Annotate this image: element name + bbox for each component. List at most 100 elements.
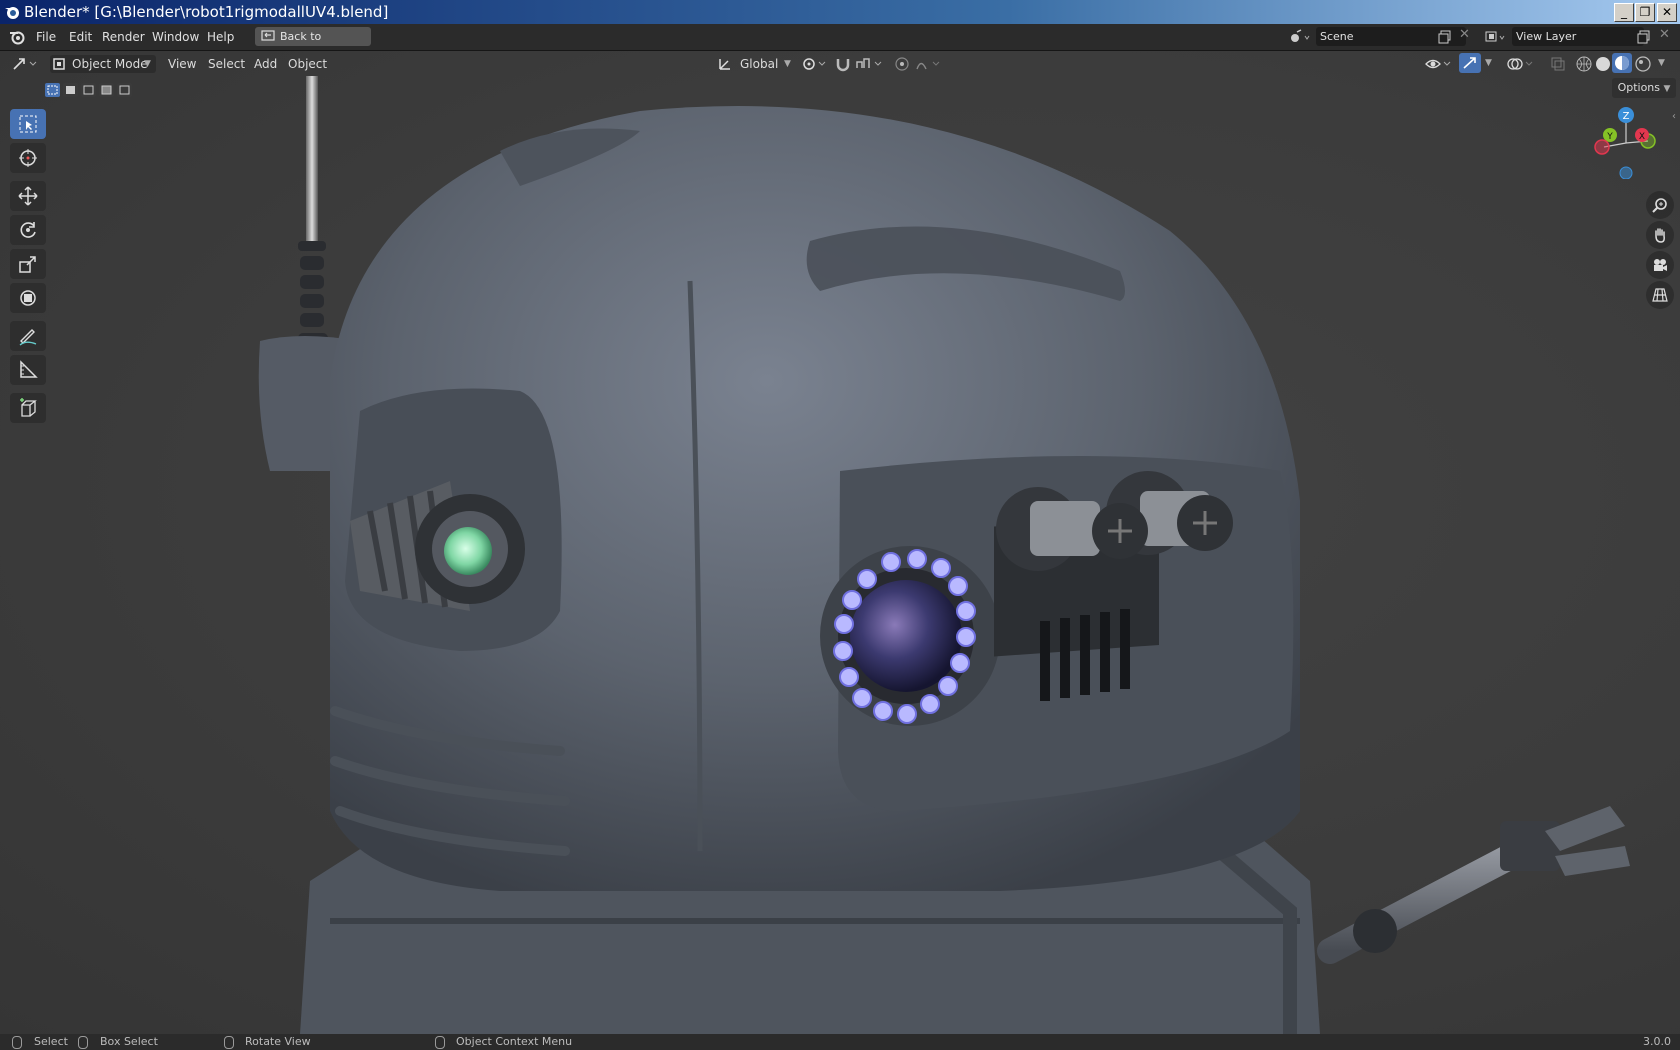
material-preview-icon (1615, 56, 1629, 70)
visibility-eye-icon[interactable] (1424, 56, 1454, 72)
menu-window[interactable]: Window (152, 30, 199, 44)
menu-render[interactable]: Render (102, 30, 145, 44)
zoom-magnifier-icon (1652, 198, 1667, 213)
menu-help[interactable]: Help (207, 30, 234, 44)
annotate-pencil-icon (19, 329, 37, 346)
wireframe-shading-icon[interactable] (1575, 55, 1593, 73)
tool-add-cube[interactable] (10, 393, 46, 423)
window-title-bar: Blender* [G:\Blender\robot1rigmodallUV4.… (0, 0, 1680, 24)
options-label: Options (1617, 81, 1661, 94)
camera-icon (1654, 259, 1667, 271)
tool-move[interactable] (10, 181, 46, 211)
cursor-3d-icon (19, 149, 37, 167)
move-icon (18, 186, 38, 206)
options-dropdown[interactable]: Options ▼ (1612, 78, 1676, 98)
status-rotate-view: Rotate View (245, 1035, 311, 1048)
transform-icon (20, 290, 36, 306)
rotate-icon (20, 222, 36, 238)
navigation-gizmo[interactable]: Z Y X (1588, 105, 1664, 179)
tool-measure[interactable] (10, 355, 46, 385)
falloff-curve-icon[interactable] (915, 56, 943, 72)
object-mode-icon (53, 58, 65, 70)
remove-view-layer-icon[interactable]: ✕ (1659, 27, 1670, 42)
mouse-right-icon (435, 1036, 445, 1049)
gizmo-x-label: X (1639, 132, 1645, 142)
add-cube-icon (20, 398, 37, 417)
chevron-down-icon: ▼ (784, 59, 791, 69)
new-scene-icon[interactable] (1438, 30, 1452, 44)
tool-cursor[interactable] (10, 143, 46, 173)
viewport-menu-add[interactable]: Add (254, 55, 277, 73)
viewport-menu-select[interactable]: Select (208, 55, 245, 73)
view-layer-name: View Layer (1516, 30, 1577, 43)
viewport-header: Object Mode ▼ View Select Add Object Glo… (0, 51, 1680, 77)
gizmo-z-label: Z (1623, 111, 1630, 122)
scale-icon (19, 256, 36, 273)
editor-type-icon[interactable] (12, 56, 40, 72)
viewport-menu-object[interactable]: Object (288, 55, 327, 73)
chevron-down-icon[interactable]: ▼ (1485, 58, 1492, 68)
camera-view-button[interactable] (1646, 251, 1674, 279)
mouse-left-icon (12, 1036, 22, 1049)
orientation-icon (719, 59, 730, 70)
measure-ruler-icon (20, 360, 38, 378)
3d-viewport[interactable]: Object Mode ▼ View Select Add Object Glo… (0, 51, 1680, 1034)
chevron-down-icon: ▼ (144, 59, 151, 69)
gizmo-arrows-icon (1463, 57, 1476, 69)
scene-name: Scene (1320, 30, 1354, 43)
screen-back-icon (261, 30, 275, 41)
selection-mode-buttons[interactable] (44, 81, 140, 99)
remove-scene-icon[interactable]: ✕ (1459, 27, 1470, 42)
blender-logo-icon (5, 7, 19, 19)
menu-file[interactable]: File (36, 30, 56, 44)
status-bar: Select Box Select Rotate View Object Con… (0, 1034, 1680, 1050)
tool-select-box[interactable] (10, 109, 46, 139)
transform-orientation-label: Global (740, 57, 779, 71)
status-context-menu: Object Context Menu (456, 1035, 573, 1048)
transform-orientation-dropdown[interactable]: Global ▼ (716, 55, 794, 73)
status-box-select: Box Select (100, 1035, 158, 1048)
overlays-icon[interactable] (1506, 56, 1536, 72)
top-menu-bar: File Edit Render Window Help Back to Pre… (0, 24, 1680, 62)
scene-icon[interactable] (1289, 29, 1311, 45)
object-mode-label: Object Mode (72, 57, 148, 71)
tool-transform[interactable] (10, 283, 46, 313)
gizmo-toggle-button[interactable] (1459, 53, 1481, 73)
viewport-menu-view[interactable]: View (168, 55, 196, 73)
robot-3d-render (258, 76, 1630, 1034)
tool-annotate[interactable] (10, 321, 46, 351)
status-select: Select (34, 1035, 68, 1048)
tool-scale[interactable] (10, 249, 46, 279)
view-layer-field[interactable]: View Layer (1512, 27, 1644, 46)
object-mode-dropdown[interactable]: Object Mode ▼ (50, 55, 156, 73)
window-title: Blender* [G:\Blender\robot1rigmodallUV4.… (24, 3, 389, 21)
gizmo-y-label: Y (1606, 132, 1613, 142)
mouse-middle-icon (224, 1036, 234, 1049)
minimize-button[interactable]: _ (1614, 3, 1634, 22)
pivot-point-icon[interactable] (802, 56, 828, 72)
new-view-layer-icon[interactable] (1637, 30, 1651, 44)
grid-perspective-icon (1652, 288, 1668, 302)
tool-rotate[interactable] (10, 215, 46, 245)
close-button[interactable]: ✕ (1657, 3, 1677, 22)
zoom-view-button[interactable] (1646, 191, 1674, 219)
snap-increment-icon[interactable] (855, 56, 885, 72)
xray-toggle-icon[interactable] (1550, 56, 1566, 72)
hand-pan-icon (1655, 228, 1665, 243)
perspective-toggle-button[interactable] (1646, 281, 1674, 309)
pan-view-button[interactable] (1646, 221, 1674, 249)
back-to-previous-button[interactable]: Back to Previous (255, 27, 371, 62)
view-layer-icon[interactable] (1484, 29, 1508, 45)
sidebar-toggle-icon[interactable]: ‹ (1672, 111, 1676, 122)
snap-magnet-icon[interactable] (834, 56, 852, 72)
mouse-drag-icon (78, 1036, 88, 1049)
chevron-down-icon[interactable]: ▼ (1658, 58, 1665, 68)
blender-menu-icon[interactable] (9, 29, 25, 45)
rendered-shading-icon[interactable] (1634, 55, 1652, 73)
proportional-edit-icon[interactable] (894, 56, 910, 72)
material-preview-shading-button[interactable] (1612, 53, 1632, 73)
restore-button[interactable]: ❐ (1635, 3, 1655, 22)
select-box-icon (19, 115, 37, 133)
solid-shading-icon[interactable] (1594, 55, 1612, 73)
menu-edit[interactable]: Edit (69, 30, 92, 44)
